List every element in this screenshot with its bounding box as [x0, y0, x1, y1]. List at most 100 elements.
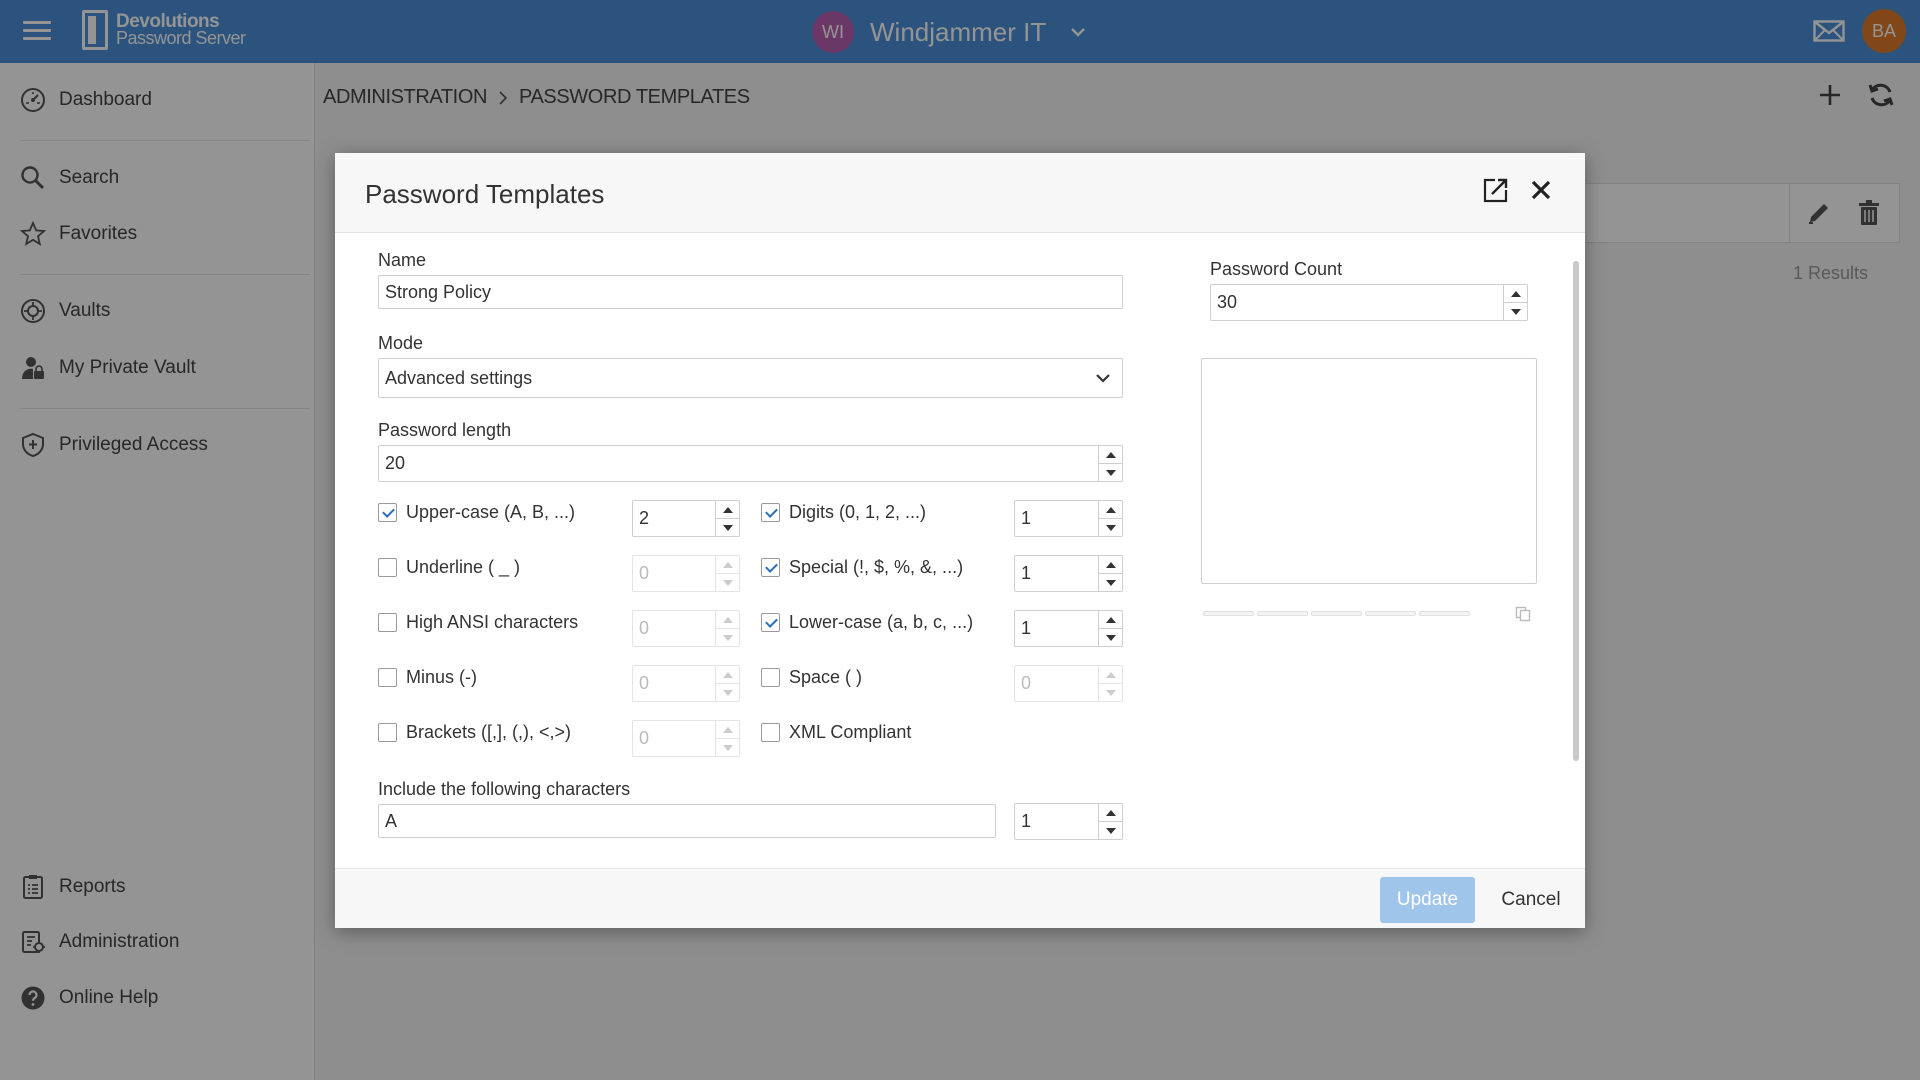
checkbox-unchecked[interactable]: [761, 723, 780, 742]
increment-icon: [1099, 666, 1122, 683]
checkbox-checked[interactable]: [761, 613, 780, 632]
strength-bar-segment: [1311, 611, 1362, 616]
space-checkbox[interactable]: Space ( ): [761, 667, 862, 688]
uppercase-count-input[interactable]: 2: [632, 500, 740, 537]
decrement-icon: [716, 683, 739, 701]
increment-icon[interactable]: [716, 501, 739, 518]
generated-passwords-list[interactable]: [1201, 358, 1537, 584]
lowercase-count-input[interactable]: 1: [1014, 610, 1123, 647]
decrement-icon[interactable]: [1099, 821, 1122, 839]
decrement-icon[interactable]: [1099, 573, 1122, 591]
high-ansi-checkbox[interactable]: High ANSI characters: [378, 612, 578, 633]
special-count-input[interactable]: 1: [1014, 555, 1123, 592]
increment-icon[interactable]: [1504, 285, 1527, 302]
dialog-scrollbar[interactable]: [1573, 261, 1579, 761]
checkbox-checked[interactable]: [761, 503, 780, 522]
high-ansi-label: High ANSI characters: [406, 612, 579, 632]
checkbox-checked[interactable]: [378, 503, 397, 522]
high-ansi-count-input: 0: [632, 610, 740, 647]
cancel-button[interactable]: Cancel: [1487, 877, 1575, 923]
password-count-value: 30: [1217, 292, 1238, 312]
special-label: Special (!, $, %, &, ...): [789, 557, 964, 577]
special-count-value: 1: [1021, 563, 1032, 583]
mode-select-value: Advanced settings: [385, 367, 533, 388]
checkbox-unchecked[interactable]: [378, 613, 397, 632]
decrement-icon[interactable]: [1099, 628, 1122, 646]
xml-compliant-checkbox[interactable]: XML Compliant: [761, 722, 911, 743]
brackets-count-input: 0: [632, 720, 740, 757]
decrement-icon[interactable]: [716, 518, 739, 536]
checkbox-checked[interactable]: [761, 558, 780, 577]
increment-icon[interactable]: [1099, 611, 1122, 628]
decrement-icon: [716, 628, 739, 646]
dialog-title: Password Templates: [365, 179, 605, 209]
increment-icon: [716, 666, 739, 683]
increment-icon[interactable]: [1099, 501, 1122, 518]
high-ansi-count-value: 0: [639, 618, 650, 638]
strength-bar-segment: [1203, 611, 1254, 616]
lowercase-label: Lower-case (a, b, c, ...): [789, 612, 974, 632]
decrement-icon: [1099, 683, 1122, 701]
increment-icon: [716, 556, 739, 573]
checkbox-unchecked[interactable]: [378, 558, 397, 577]
include-characters-input[interactable]: A: [378, 804, 996, 838]
underline-count-input: 0: [632, 555, 740, 592]
minus-checkbox[interactable]: Minus (-): [378, 667, 477, 688]
brackets-label: Brackets ([,], (,), <,>): [406, 722, 572, 742]
mode-select[interactable]: Advanced settings: [378, 358, 1123, 398]
digits-count-value: 1: [1021, 508, 1032, 528]
update-button[interactable]: Update: [1380, 877, 1475, 923]
digits-checkbox[interactable]: Digits (0, 1, 2, ...): [761, 502, 926, 523]
copy-icon[interactable]: [1515, 606, 1531, 622]
space-count-value: 0: [1021, 673, 1032, 693]
digits-count-input[interactable]: 1: [1014, 500, 1123, 537]
close-icon[interactable]: [1528, 177, 1554, 203]
password-templates-dialog: Password Templates Name Strong Policy Mo…: [335, 153, 1585, 928]
uppercase-label: Upper-case (A, B, ...): [406, 502, 576, 522]
digits-label: Digits (0, 1, 2, ...): [789, 502, 927, 522]
uppercase-count-value: 2: [639, 508, 650, 528]
space-label: Space ( ): [789, 667, 863, 687]
chevron-down-icon: [1096, 374, 1110, 383]
increment-icon: [716, 721, 739, 738]
strength-bar-segment: [1257, 611, 1308, 616]
password-count-label: Password Count: [1210, 259, 1343, 279]
mode-label: Mode: [378, 333, 424, 353]
password-length-label: Password length: [378, 420, 512, 440]
password-length-value: 20: [385, 453, 406, 473]
strength-bar-segment: [1419, 611, 1470, 616]
underline-label: Underline ( _ ): [406, 557, 521, 577]
decrement-icon[interactable]: [1504, 302, 1527, 320]
lowercase-count-value: 1: [1021, 618, 1032, 638]
password-length-input[interactable]: 20: [378, 445, 1123, 482]
minus-count-input: 0: [632, 665, 740, 702]
dialog-footer: Update Cancel: [335, 868, 1585, 928]
increment-icon[interactable]: [1099, 446, 1122, 463]
decrement-icon[interactable]: [1099, 463, 1122, 481]
dialog-header: Password Templates: [335, 153, 1585, 233]
increment-icon[interactable]: [1099, 556, 1122, 573]
brackets-count-value: 0: [639, 728, 650, 748]
space-count-input: 0: [1014, 665, 1123, 702]
include-count-value: 1: [1021, 811, 1032, 831]
brackets-checkbox[interactable]: Brackets ([,], (,), <,>): [378, 722, 571, 743]
uppercase-checkbox[interactable]: Upper-case (A, B, ...): [378, 502, 575, 523]
password-count-input[interactable]: 30: [1210, 284, 1528, 321]
minus-label: Minus (-): [406, 667, 477, 687]
decrement-icon: [716, 738, 739, 756]
checkbox-unchecked[interactable]: [761, 668, 780, 687]
include-characters-label: Include the following characters: [378, 779, 631, 799]
increment-icon[interactable]: [1099, 804, 1122, 821]
underline-checkbox[interactable]: Underline ( _ ): [378, 557, 520, 578]
special-checkbox[interactable]: Special (!, $, %, &, ...): [761, 557, 963, 578]
strength-bar-segment: [1365, 611, 1416, 616]
name-label: Name: [378, 250, 427, 270]
decrement-icon[interactable]: [1099, 518, 1122, 536]
include-count-input[interactable]: 1: [1014, 803, 1123, 840]
lowercase-checkbox[interactable]: Lower-case (a, b, c, ...): [761, 612, 973, 633]
checkbox-unchecked[interactable]: [378, 723, 397, 742]
name-input[interactable]: Strong Policy: [378, 275, 1123, 309]
checkbox-unchecked[interactable]: [378, 668, 397, 687]
expand-icon[interactable]: [1483, 177, 1509, 203]
decrement-icon: [716, 573, 739, 591]
